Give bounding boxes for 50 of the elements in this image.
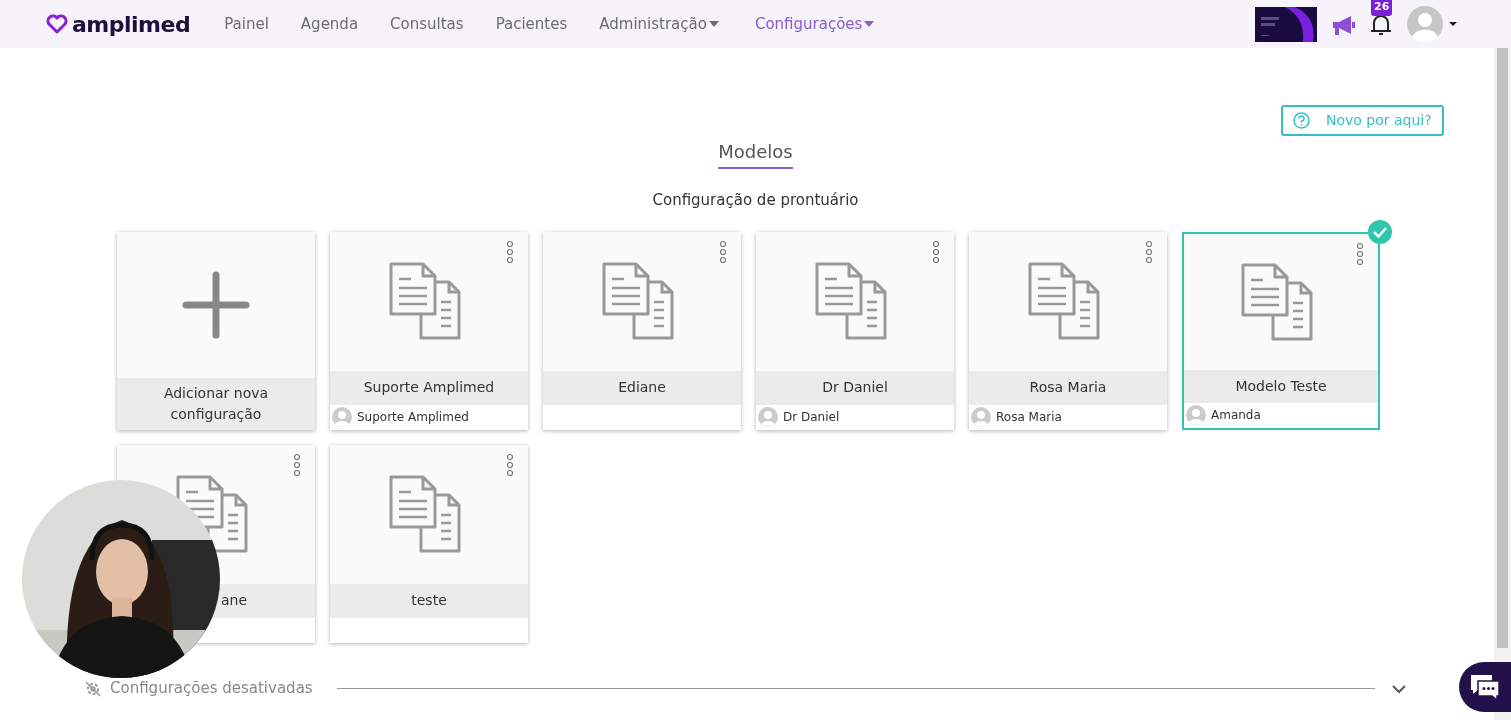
avatar-icon	[1407, 6, 1443, 42]
card-title: Suporte Amplimed	[363, 378, 495, 397]
card-author: Rosa Maria	[996, 409, 1062, 426]
card-title: Rosa Maria	[1029, 378, 1107, 397]
model-card[interactable]: Dr Daniel Dr Daniel	[756, 231, 954, 430]
heart-icon	[46, 14, 68, 34]
chat-button[interactable]	[1459, 662, 1511, 712]
card-author: Amanda	[1211, 407, 1261, 425]
menu-icon[interactable]	[506, 452, 514, 477]
scrollbar[interactable]	[1497, 48, 1508, 648]
card-title: Ediane	[618, 378, 666, 397]
chat-icon	[1468, 672, 1502, 702]
model-card[interactable]: teste	[330, 444, 528, 643]
menu-icon[interactable]	[1145, 239, 1153, 264]
menu-icon[interactable]	[506, 239, 514, 264]
nav-link[interactable]: Consultas	[390, 12, 464, 36]
notification-count: 26	[1371, 0, 1393, 17]
nav-link[interactable]: Agenda	[300, 12, 359, 36]
avatar-icon	[758, 407, 778, 427]
menu-icon[interactable]	[293, 452, 301, 477]
card-author: Suporte Amplimed	[357, 409, 469, 426]
avatar-icon	[1186, 405, 1206, 426]
card-title: Modelo Teste	[1235, 376, 1327, 396]
model-card[interactable]: Ediane	[543, 231, 741, 430]
card-title: ane	[221, 591, 248, 610]
brand-logo[interactable]: amplimed	[46, 7, 191, 41]
menu-icon[interactable]	[932, 239, 940, 264]
avatar-icon	[332, 407, 352, 427]
menu-icon[interactable]	[1356, 241, 1364, 266]
tab[interactable]: Modelos	[718, 138, 793, 169]
check-icon	[1368, 219, 1392, 244]
nav-link[interactable]: Pacientes	[495, 12, 568, 36]
section-subtitle: Configuração de prontuário	[652, 190, 859, 211]
help-icon	[1293, 112, 1310, 129]
model-card[interactable]: Modelo Teste Amanda	[1182, 231, 1380, 430]
nav-link[interactable]: Painel	[224, 12, 269, 36]
card-title: Adicionar nova configuração	[117, 377, 315, 430]
section-label: Configurações desativadas	[110, 678, 313, 700]
plus-icon	[182, 270, 250, 339]
card-title: teste	[411, 591, 447, 610]
model-card[interactable]: Rosa Maria Rosa Maria	[969, 231, 1167, 430]
menu-icon[interactable]	[719, 239, 727, 264]
nav-link[interactable]: Configurações	[754, 12, 875, 36]
gear-off-icon	[84, 679, 102, 698]
nav-link[interactable]: Administração	[599, 12, 719, 36]
model-card[interactable]: Suporte Amplimed Suporte Amplimed	[330, 231, 528, 430]
card-title: Dr Daniel	[822, 378, 888, 397]
add-card[interactable]: Adicionar nova configuração	[117, 231, 315, 430]
card-author: Dr Daniel	[783, 409, 840, 426]
avatar-icon	[971, 407, 991, 427]
